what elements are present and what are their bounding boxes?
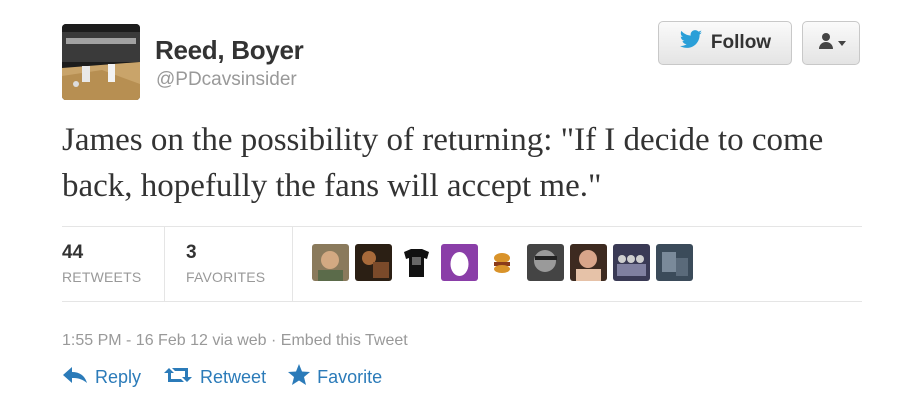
user-name[interactable]: Reed, Boyer bbox=[155, 35, 304, 66]
retweet-arrows-icon bbox=[163, 365, 193, 390]
retweets-label: RETWEETS bbox=[62, 269, 142, 285]
top-divider bbox=[62, 226, 862, 227]
twitter-bird-icon bbox=[679, 30, 703, 56]
caret-down-icon bbox=[837, 34, 846, 52]
retweeter-avatar[interactable] bbox=[441, 244, 478, 281]
user-avatar[interactable] bbox=[62, 24, 140, 100]
retweets-stat[interactable]: 44 RETWEETS bbox=[62, 242, 141, 285]
tweet-metadata: 1:55 PM - 16 Feb 12 via web · Embed this… bbox=[62, 332, 408, 350]
retweets-count: 44 bbox=[62, 242, 84, 263]
tweet-source: via web bbox=[212, 332, 267, 349]
retweeter-avatar[interactable] bbox=[613, 244, 650, 281]
retweet-label: Retweet bbox=[200, 366, 267, 387]
meta-separator: · bbox=[271, 332, 277, 349]
embed-tweet-link[interactable]: Embed this Tweet bbox=[281, 332, 408, 349]
reply-button[interactable]: Reply bbox=[62, 364, 141, 390]
favorites-count: 3 bbox=[186, 242, 197, 263]
retweeter-avatar[interactable] bbox=[527, 244, 564, 281]
retweet-button[interactable]: Retweet bbox=[163, 364, 266, 390]
tweet-actions: Reply Retweet Favorite bbox=[62, 364, 382, 390]
retweeter-avatars bbox=[312, 244, 693, 281]
bottom-divider bbox=[62, 301, 862, 302]
retweeter-avatar[interactable] bbox=[312, 244, 349, 281]
user-silhouette-icon bbox=[817, 32, 835, 55]
retweeter-avatar[interactable] bbox=[355, 244, 392, 281]
follow-button[interactable]: Follow bbox=[658, 21, 792, 65]
user-handle[interactable]: @PDcavsinsider bbox=[156, 69, 297, 91]
retweeter-avatar[interactable] bbox=[656, 244, 693, 281]
retweeter-avatar[interactable] bbox=[398, 244, 435, 281]
favorite-button[interactable]: Favorite bbox=[288, 364, 382, 390]
favorites-stat[interactable]: 3 FAVORITES bbox=[186, 242, 265, 285]
retweeter-avatar[interactable] bbox=[570, 244, 607, 281]
stat-separator bbox=[164, 226, 165, 301]
retweeter-avatar[interactable] bbox=[484, 244, 521, 281]
stat-separator bbox=[292, 226, 293, 301]
follow-button-label: Follow bbox=[710, 32, 772, 53]
tweet-timestamp[interactable]: 1:55 PM - 16 Feb 12 bbox=[62, 332, 208, 349]
favorites-label: FAVORITES bbox=[186, 269, 266, 285]
reply-arrow-icon bbox=[62, 366, 88, 389]
favorite-label: Favorite bbox=[317, 366, 383, 387]
user-actions-dropdown-button[interactable] bbox=[802, 21, 860, 65]
reply-label: Reply bbox=[95, 366, 142, 387]
tweet-text: James on the possibility of returning: "… bbox=[62, 122, 824, 204]
star-icon bbox=[288, 364, 311, 390]
